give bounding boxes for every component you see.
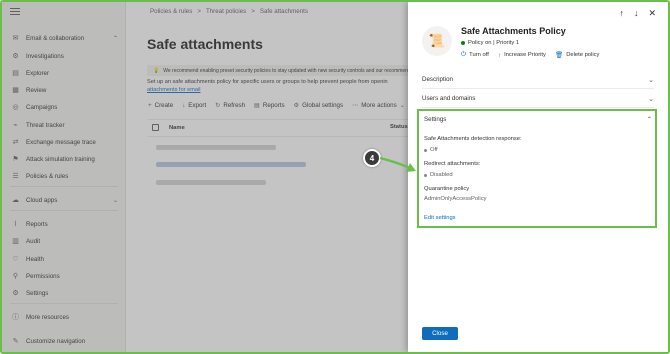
status-dot-icon <box>424 173 427 177</box>
status-dot-icon <box>424 148 427 152</box>
app-window: ✉ Email & collaboration ⌃ ⚙ Investigatio… <box>0 0 670 354</box>
section-label: Description <box>422 76 453 83</box>
modal-overlay[interactable] <box>2 2 409 352</box>
section-users-domains[interactable]: Users and domains ⌄ <box>422 90 654 108</box>
panel-controls: ↑ ↓ ✕ <box>619 8 656 19</box>
increase-priority-label: Increase Priority <box>504 52 546 58</box>
status-dot-icon <box>461 41 465 45</box>
arrow-up-icon: ↑ <box>497 51 502 59</box>
settings-section: Settings ⌃ Safe Attachments detection re… <box>417 109 657 228</box>
increase-priority-button[interactable]: ↑ Increase Priority <box>498 51 546 59</box>
redirect-label: Redirect attachments: <box>424 161 481 167</box>
callout-arrow-icon <box>379 156 416 172</box>
policy-status-text: Policy on | Priority 1 <box>468 40 520 46</box>
quarantine-value: AdminOnlyAccessPolicy <box>424 196 487 202</box>
quarantine-label: Quarantine policy <box>424 186 470 192</box>
arrow-up-icon[interactable]: ↑ <box>619 8 624 19</box>
turn-off-label: Turn off <box>469 52 489 58</box>
policy-scroll-icon: 📜 <box>422 26 452 56</box>
section-label: Users and domains <box>422 95 476 102</box>
redirect-value-text: Disabled <box>430 172 453 178</box>
chevron-down-icon: ⌄ <box>648 95 654 103</box>
settings-header[interactable]: Settings ⌃ <box>424 116 652 123</box>
section-description[interactable]: Description ⌄ <box>422 71 654 89</box>
arrow-down-icon[interactable]: ↓ <box>634 8 639 19</box>
policy-details-panel: ↑ ↓ ✕ 📜 Safe Attachments Policy Policy o… <box>408 2 668 352</box>
chevron-up-icon: ⌃ <box>646 116 652 123</box>
policy-status: Policy on | Priority 1 <box>461 40 519 46</box>
trash-icon: 🗑 <box>554 52 564 59</box>
turn-off-button[interactable]: ⏻ Turn off <box>461 51 489 59</box>
detection-label: Safe Attachments detection response: <box>424 136 522 142</box>
close-icon[interactable]: ✕ <box>648 8 656 19</box>
close-button[interactable]: Close <box>422 327 458 340</box>
detection-value-text: Off <box>430 147 438 153</box>
detection-value: Off <box>424 147 438 153</box>
edit-settings-link[interactable]: Edit settings <box>424 215 456 221</box>
chevron-down-icon: ⌄ <box>648 76 654 84</box>
policy-title: Safe Attachments Policy <box>461 26 566 36</box>
delete-policy-button[interactable]: 🗑 Delete policy <box>555 51 599 59</box>
delete-policy-label: Delete policy <box>566 52 600 58</box>
power-icon: ⏻ <box>461 51 467 58</box>
settings-title: Settings <box>424 116 447 123</box>
policy-actions: ⏻ Turn off ↑ Increase Priority 🗑 Delete pol… <box>461 51 599 59</box>
redirect-value: Disabled <box>424 172 453 178</box>
